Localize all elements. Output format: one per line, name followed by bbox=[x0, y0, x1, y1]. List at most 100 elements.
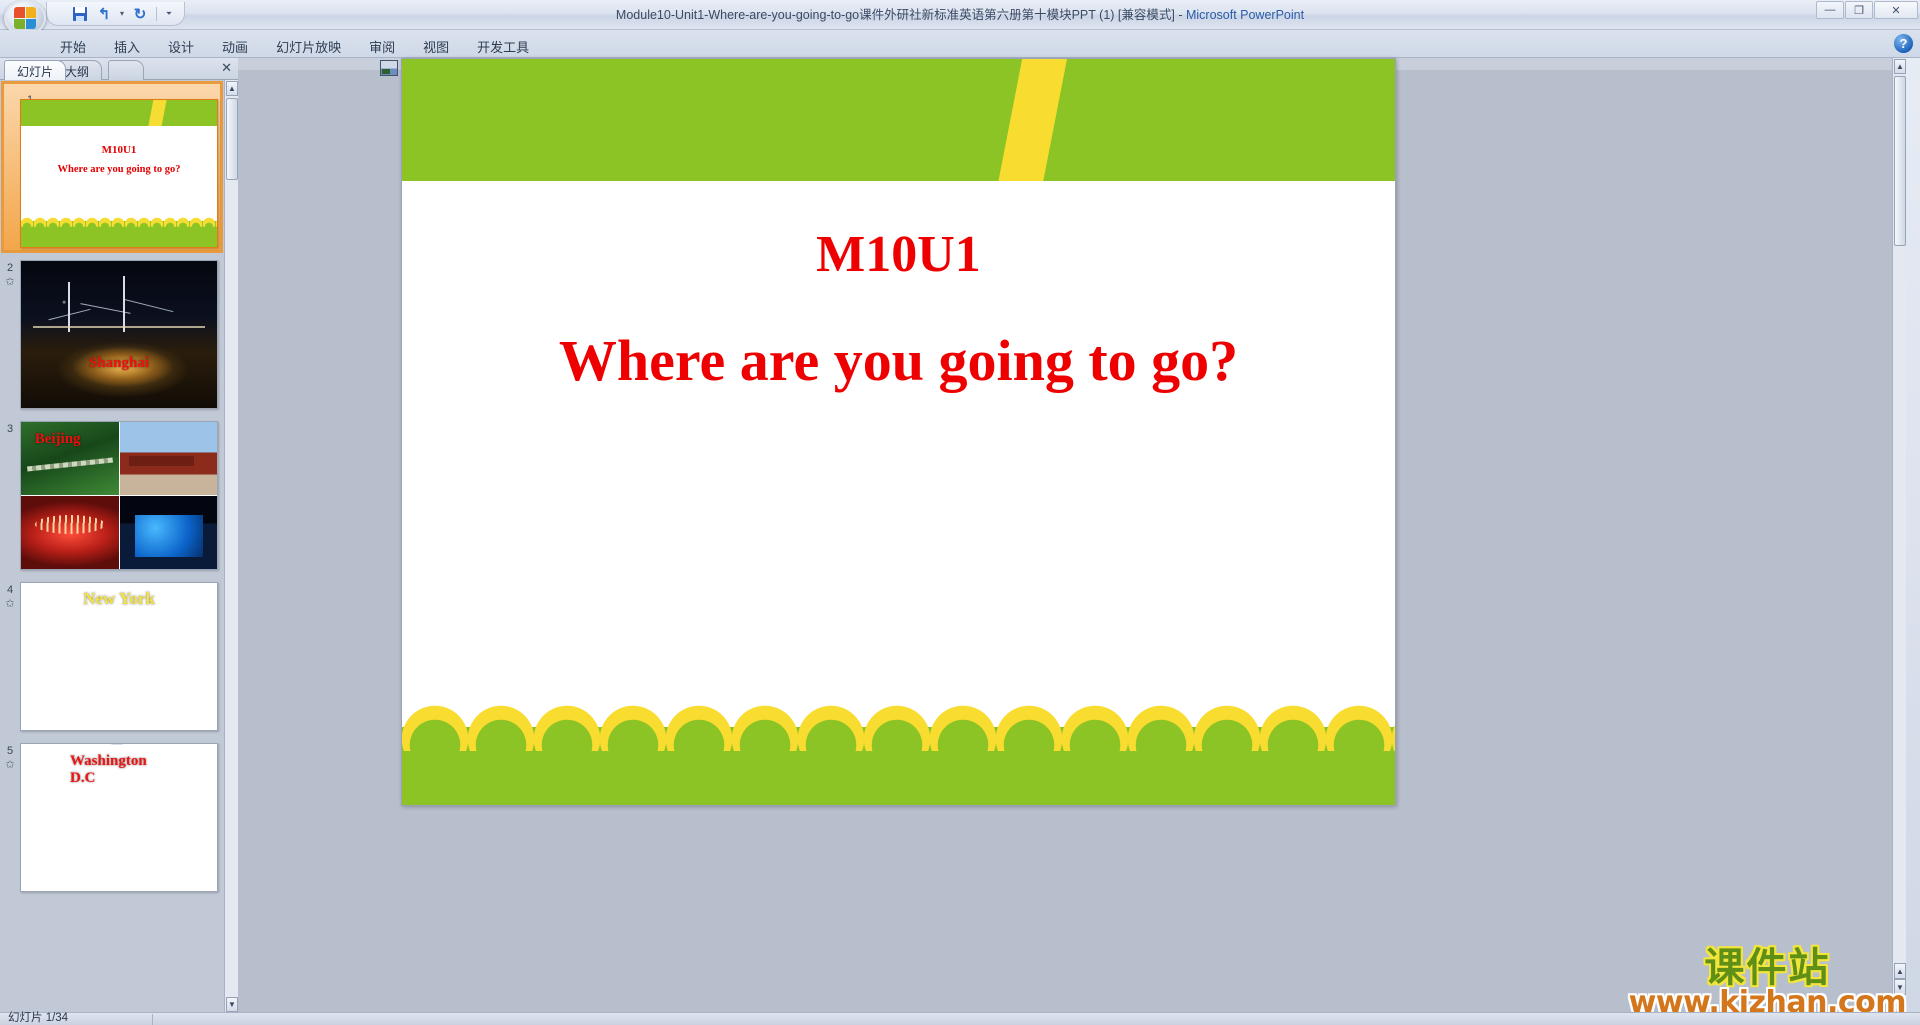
tab-developer[interactable]: 开发工具 bbox=[463, 34, 543, 60]
tab-animations[interactable]: 动画 bbox=[208, 34, 262, 60]
undo-icon: ↰ bbox=[97, 5, 111, 23]
thumbnail-number-label: 3 bbox=[6, 423, 14, 435]
thumbnail-preview: M10U1 Where are you going to go? bbox=[20, 99, 218, 248]
animation-star-icon: ✩ bbox=[5, 598, 15, 610]
ribbon-tabs: 开始 插入 设计 动画 幻灯片放映 审阅 视图 开发工具 bbox=[46, 34, 543, 60]
slide-editing-area: M10U1 Where are you going to go? ▲ ▲ ▼ ▼ bbox=[238, 58, 1906, 1013]
slides-pane-scrollbar[interactable]: ▲ ▼ bbox=[224, 80, 238, 1013]
slide-scallop-green bbox=[402, 715, 1395, 751]
minimize-icon: — bbox=[1824, 4, 1836, 16]
close-icon: ✕ bbox=[1891, 4, 1901, 17]
minimize-button[interactable]: — bbox=[1816, 1, 1844, 19]
tab-slideshow[interactable]: 幻灯片放映 bbox=[262, 34, 355, 60]
thumbnail-number: 3 bbox=[2, 423, 18, 436]
next-slide-button[interactable]: ▼ bbox=[1894, 979, 1906, 995]
window-title: Module10-Unit1-Where-are-you-going-to-go… bbox=[0, 4, 1920, 23]
status-bar: 幻灯片 1/34 bbox=[0, 1012, 1920, 1025]
slide-top-band bbox=[402, 59, 1395, 181]
tab-insert[interactable]: 插入 bbox=[100, 34, 154, 60]
undo-dropdown-button[interactable]: ▾ bbox=[117, 4, 127, 24]
chevron-down-icon: ▾ bbox=[119, 9, 124, 18]
scroll-down-button[interactable]: ▼ bbox=[1894, 997, 1906, 1012]
thumbnail-caption: Washington D.C bbox=[70, 752, 147, 786]
quick-access-toolbar: ↰ ▾ ↻ ⏷ bbox=[46, 2, 185, 26]
scroll-up-button[interactable]: ▲ bbox=[1894, 59, 1906, 74]
pane-tab-filler bbox=[108, 60, 144, 80]
slide-counter: 幻灯片 1/34 bbox=[8, 1012, 69, 1024]
thumbnail-preview: Washington D.C bbox=[20, 743, 218, 892]
forbidden-city-photo bbox=[119, 422, 217, 495]
tab-home[interactable]: 开始 bbox=[46, 34, 100, 60]
workspace-scrollbar[interactable]: ▲ ▲ ▼ ▼ bbox=[1892, 58, 1906, 1013]
tab-view[interactable]: 视图 bbox=[409, 34, 463, 60]
animation-star-icon: ✩ bbox=[5, 759, 15, 771]
chevron-down-icon: ▼ bbox=[228, 1000, 236, 1009]
slides-pane: 幻灯片 大纲 ✕ 1 M10U1 Where are you going to … bbox=[0, 58, 238, 1013]
pane-close-button[interactable]: ✕ bbox=[221, 61, 232, 75]
chevron-up-icon: ▲ bbox=[228, 84, 236, 93]
thumbnail-slide-3[interactable]: 3 Beijing bbox=[0, 415, 224, 576]
chevron-up-icon: ▲ bbox=[1896, 62, 1904, 71]
close-button[interactable]: ✕ bbox=[1874, 1, 1918, 19]
restore-icon: ❐ bbox=[1854, 4, 1864, 17]
thumbnail-caption: Beijing bbox=[34, 430, 81, 447]
thumbnail-slide-2[interactable]: 2 ✩ Shanghai bbox=[0, 254, 224, 415]
restore-button[interactable]: ❐ bbox=[1845, 1, 1873, 19]
thumbnail-list[interactable]: 1 M10U1 Where are you going to go? 2 ✩ bbox=[0, 80, 224, 1013]
thumbnail-number-label: 5 bbox=[6, 745, 14, 757]
slide-yellow-stripe bbox=[989, 59, 1070, 181]
thumbnail-number-label: 4 bbox=[6, 584, 14, 596]
window-title-separator: - bbox=[1174, 8, 1186, 22]
double-chevron-down-icon: ▼ bbox=[1896, 982, 1904, 992]
thumbnail-caption: Shanghai bbox=[88, 355, 150, 372]
status-divider bbox=[152, 1014, 153, 1025]
previous-slide-button[interactable]: ▲ bbox=[1894, 963, 1906, 979]
slide-title-line1[interactable]: M10U1 bbox=[402, 225, 1395, 284]
thumbnail-number: 4 ✩ bbox=[2, 584, 18, 611]
scrollbar-thumb[interactable] bbox=[1894, 76, 1906, 246]
slide-title-line2[interactable]: Where are you going to go? bbox=[402, 327, 1395, 394]
customize-qat-icon: ⏷ bbox=[165, 8, 173, 18]
double-chevron-up-icon: ▲ bbox=[1896, 966, 1904, 976]
office-logo-icon bbox=[14, 7, 36, 29]
chevron-down-icon: ▼ bbox=[1896, 1000, 1904, 1009]
mini-title-line2: Where are you going to go? bbox=[57, 164, 181, 175]
thumbnail-preview: Beijing bbox=[20, 421, 218, 570]
thumbnail-number: 2 ✩ bbox=[2, 262, 18, 289]
redo-icon: ↻ bbox=[133, 5, 147, 23]
app-name: Microsoft PowerPoint bbox=[1185, 8, 1305, 22]
mini-top-band bbox=[21, 100, 217, 126]
title-bar: Module10-Unit1-Where-are-you-going-to-go… bbox=[0, 0, 1920, 36]
customize-qat-button[interactable]: ⏷ bbox=[162, 4, 176, 24]
birds-nest-photo bbox=[21, 496, 119, 569]
pane-close-icon: ✕ bbox=[221, 60, 232, 75]
thumbnail-slide-4[interactable]: 4 ✩ New York bbox=[0, 576, 224, 737]
animation-star-icon: ✩ bbox=[5, 276, 15, 288]
scroll-down-button[interactable]: ▼ bbox=[226, 997, 238, 1012]
water-cube-photo bbox=[119, 496, 217, 569]
scroll-up-button[interactable]: ▲ bbox=[226, 81, 238, 96]
pane-tab-slides[interactable]: 幻灯片 bbox=[4, 60, 67, 80]
mini-scallop-green bbox=[21, 219, 217, 229]
redo-button[interactable]: ↻ bbox=[129, 4, 151, 24]
tab-design[interactable]: 设计 bbox=[154, 34, 208, 60]
shanghai-photo bbox=[21, 261, 217, 408]
window-title-text: Module10-Unit1-Where-are-you-going-to-go… bbox=[615, 8, 1175, 22]
thumbnail-number: 5 ✩ bbox=[2, 745, 18, 772]
thumbnail-number-label: 2 bbox=[6, 262, 14, 274]
save-icon bbox=[73, 6, 87, 21]
powerpoint-window: Module10-Unit1-Where-are-you-going-to-go… bbox=[0, 0, 1920, 1025]
thumbnail-caption: New York bbox=[83, 588, 155, 608]
qat-divider bbox=[156, 6, 157, 21]
current-slide[interactable]: M10U1 Where are you going to go? bbox=[401, 58, 1396, 806]
picture-placeholder-icon[interactable] bbox=[380, 60, 398, 76]
scrollbar-thumb[interactable] bbox=[226, 98, 238, 180]
save-button[interactable] bbox=[69, 4, 91, 24]
thumbnail-slide-5[interactable]: 5 ✩ Washington D.C bbox=[0, 737, 224, 898]
tab-review[interactable]: 审阅 bbox=[355, 34, 409, 60]
thumbnail-slide-1[interactable]: 1 M10U1 Where are you going to go? bbox=[0, 80, 224, 254]
thumbnail-preview: New York bbox=[20, 582, 218, 731]
undo-button[interactable]: ↰ bbox=[93, 4, 115, 24]
thumbnail-preview: Shanghai bbox=[20, 260, 218, 409]
help-button[interactable]: ? bbox=[1893, 33, 1914, 54]
